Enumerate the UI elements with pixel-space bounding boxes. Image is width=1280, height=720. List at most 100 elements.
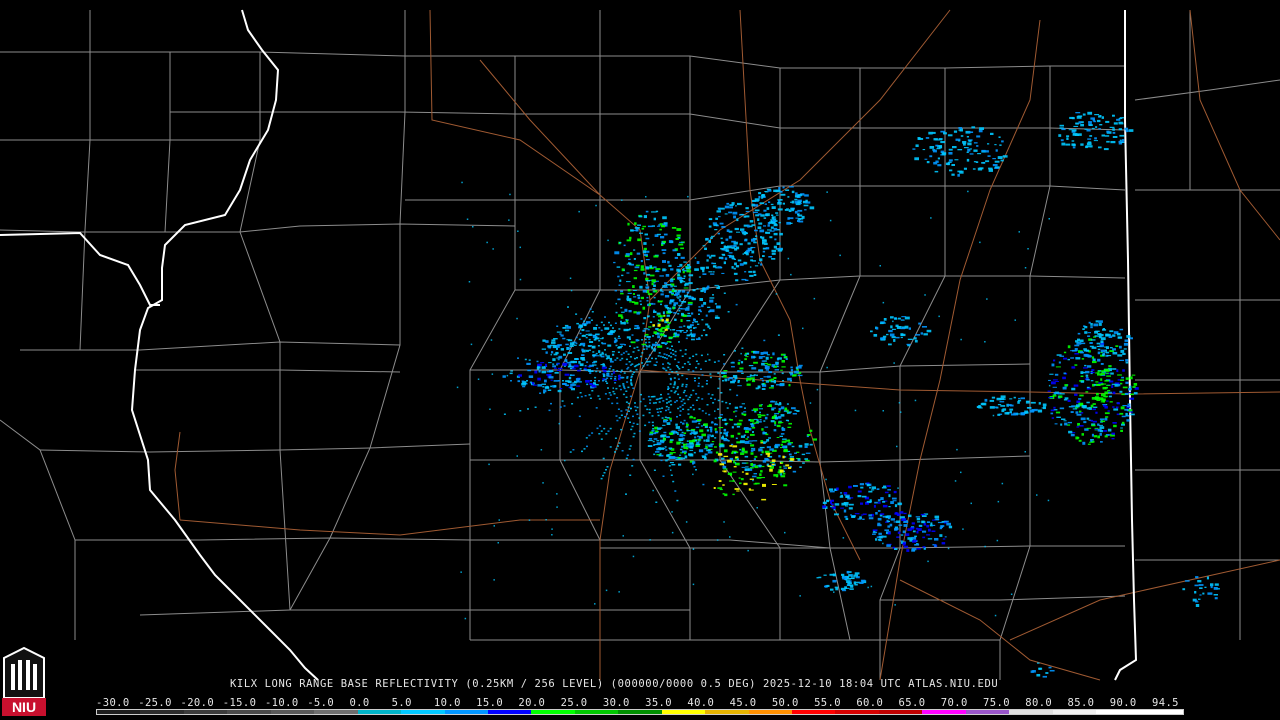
echo-pixel — [947, 134, 953, 137]
echo-pixel — [829, 490, 835, 493]
echo-pixel — [751, 250, 755, 254]
echo-pixel — [1127, 405, 1131, 407]
echo-pixel — [783, 354, 786, 357]
echo-pixel — [1001, 482, 1004, 485]
echo-pixel — [1099, 430, 1103, 433]
echo-pixel — [717, 360, 720, 362]
echo-pixel — [741, 372, 744, 374]
echo-pixel — [1100, 420, 1106, 423]
echo-pixel — [1085, 370, 1090, 374]
echo-pixel — [721, 457, 725, 460]
echo-pixel — [697, 323, 700, 325]
echo-pixel — [542, 482, 544, 484]
echo-pixel — [1082, 441, 1086, 445]
echo-pixel — [627, 406, 630, 408]
echo-pixel — [805, 459, 810, 462]
echo-pixel — [576, 396, 579, 399]
echo-pixel — [939, 138, 944, 140]
echo-pixel — [685, 395, 688, 397]
echo-pixel — [1038, 667, 1041, 670]
echo-pixel — [1075, 340, 1079, 343]
echo-pixel — [735, 303, 738, 306]
echo-pixel — [695, 399, 698, 401]
echo-pixel — [616, 397, 619, 399]
echo-pixel — [782, 455, 785, 459]
echo-pixel — [544, 379, 547, 383]
echo-pixel — [666, 454, 670, 457]
echo-pixel — [641, 352, 644, 354]
echo-pixel — [879, 536, 883, 539]
echo-pixel — [645, 259, 650, 261]
echo-pixel — [668, 465, 671, 467]
echo-pixel — [787, 439, 790, 442]
echo-pixel — [597, 395, 600, 397]
echo-pixel — [1097, 435, 1100, 439]
echo-pixel — [635, 368, 638, 371]
echo-pixel — [575, 336, 578, 339]
echo-pixel — [1089, 135, 1093, 137]
echo-pixel — [572, 368, 576, 370]
echo-pixel — [854, 572, 860, 575]
echo-pixel — [648, 344, 651, 347]
echo-pixel — [598, 327, 601, 329]
echo-pixel — [758, 448, 763, 452]
echo-pixel — [881, 486, 887, 489]
echo-pixel — [922, 326, 927, 328]
echo-pixel — [923, 522, 927, 526]
echo-pixel — [680, 247, 684, 250]
echo-pixel — [937, 521, 943, 524]
echo-pixel — [900, 333, 906, 337]
echo-pixel — [590, 319, 593, 321]
echo-pixel — [640, 260, 643, 263]
colorbar-segment — [357, 710, 402, 714]
echo-pixel — [996, 539, 999, 542]
echo-pixel — [551, 351, 554, 354]
echo-pixel — [722, 484, 725, 486]
echo-pixel — [604, 327, 610, 330]
echo-pixel — [653, 331, 657, 334]
echo-pixel — [967, 190, 969, 193]
echo-pixel — [878, 538, 881, 541]
echo-pixel — [660, 288, 663, 292]
echo-pixel — [646, 300, 649, 302]
echo-pixel — [1048, 379, 1051, 381]
echo-pixel — [722, 254, 726, 256]
echo-pixel — [612, 387, 614, 389]
echo-pixel — [1110, 141, 1116, 144]
echo-pixel — [758, 222, 763, 225]
echo-pixel — [614, 339, 618, 342]
echo-pixel — [948, 159, 953, 162]
echo-pixel — [540, 362, 545, 364]
echo-pixel — [686, 291, 690, 294]
echo-pixel — [623, 387, 626, 390]
echo-pixel — [541, 370, 547, 374]
echo-pixel — [1109, 330, 1114, 333]
echo-pixel — [1103, 148, 1109, 151]
echo-pixel — [595, 384, 599, 386]
echo-pixel — [780, 406, 785, 410]
echo-pixel — [894, 604, 896, 606]
echo-pixel — [763, 420, 766, 422]
echo-pixel — [1000, 405, 1006, 407]
scale-label: -20.0 — [180, 697, 215, 709]
echo-pixel — [877, 522, 881, 525]
echo-pixel — [656, 233, 661, 236]
echo-pixel — [595, 352, 598, 355]
echo-pixel — [1072, 143, 1076, 147]
echo-pixel — [1067, 399, 1071, 402]
echo-pixel — [1079, 425, 1084, 427]
echo-pixel — [649, 321, 653, 323]
echo-pixel — [683, 432, 687, 434]
echo-pixel — [658, 224, 661, 226]
echo-pixel — [651, 343, 657, 347]
echo-pixel — [759, 419, 762, 421]
echo-pixel — [987, 143, 990, 145]
echo-pixel — [732, 211, 738, 215]
echo-pixel — [714, 410, 716, 412]
echo-pixel — [1117, 384, 1121, 387]
echo-pixel — [932, 519, 936, 521]
echo-pixel — [768, 437, 771, 439]
colorbar-segment — [1052, 710, 1097, 714]
echo-pixel — [609, 357, 613, 361]
echo-pixel — [632, 293, 635, 295]
